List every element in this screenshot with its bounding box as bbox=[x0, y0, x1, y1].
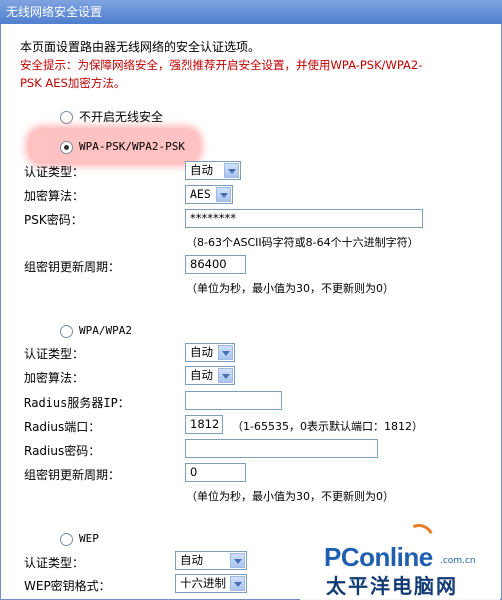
wpa-auth-type-select[interactable]: 自动 bbox=[185, 343, 235, 362]
chevron-down-icon bbox=[230, 553, 245, 568]
wpa-psk-encryption-value: AES bbox=[190, 187, 211, 201]
page-description: 本页面设置路由器无线网络的安全认证选项。 bbox=[20, 40, 261, 54]
wpa-group-key-input[interactable]: 0 bbox=[185, 463, 246, 482]
option-no-security-label: 不开启无线安全 bbox=[79, 110, 164, 124]
option-wpa-psk[interactable]: WPA-PSK/WPA2-PSK bbox=[60, 140, 185, 154]
watermark-cn-name: 太平洋电脑网 bbox=[326, 574, 458, 598]
wpa-encryption-select[interactable]: 自动 bbox=[185, 366, 235, 385]
wpa-psk-group-key-label: 组密钥更新周期： bbox=[24, 260, 121, 274]
watermark-brand: PConline bbox=[324, 542, 433, 572]
wpa-encryption-value: 自动 bbox=[190, 368, 213, 382]
option-wep[interactable]: WEP bbox=[60, 532, 99, 546]
wpa-encryption-label: 加密算法： bbox=[24, 371, 85, 385]
psk-password-hint: （8-63个ASCII码字符或8-64个十六进制字符） bbox=[186, 236, 419, 249]
wep-auth-type-select[interactable]: 自动 bbox=[175, 551, 247, 570]
security-tip-line1: 安全提示：为保障网络安全，强烈推荐开启安全设置，并使用WPA-PSK/WPA2- bbox=[20, 58, 423, 72]
radio-wep[interactable] bbox=[60, 532, 73, 546]
chevron-down-icon bbox=[230, 576, 245, 591]
option-wpa-psk-label: WPA-PSK/WPA2-PSK bbox=[79, 140, 185, 153]
wpa-psk-auth-type-value: 自动 bbox=[190, 163, 213, 177]
wep-auth-type-label: 认证类型： bbox=[24, 556, 85, 570]
chevron-down-icon bbox=[218, 345, 233, 360]
option-wpa[interactable]: WPA/WPA2 bbox=[60, 324, 132, 338]
psk-password-input[interactable]: ******** bbox=[185, 209, 423, 228]
security-tip: 安全提示：为保障网络安全，强烈推荐开启安全设置，并使用WPA-PSK/WPA2-… bbox=[20, 56, 422, 92]
radio-wpa[interactable] bbox=[60, 324, 73, 338]
wpa-psk-group-key-input[interactable]: 86400 bbox=[185, 255, 246, 274]
watermark-domain: .com.cn bbox=[440, 556, 476, 566]
wpa-psk-encryption-label: 加密算法： bbox=[24, 189, 85, 203]
radius-ip-input[interactable] bbox=[185, 391, 282, 410]
radius-password-input[interactable] bbox=[185, 439, 378, 458]
wep-key-format-value: 十六进制 bbox=[180, 576, 226, 590]
wpa-psk-group-key-hint: （单位为秒，最小值为30，不更新则为0） bbox=[186, 282, 394, 295]
pconline-watermark: PConline .com.cn 太平洋电脑网 bbox=[300, 516, 500, 600]
chevron-down-icon bbox=[218, 368, 233, 383]
radio-no-security[interactable] bbox=[60, 111, 73, 124]
option-wpa-label: WPA/WPA2 bbox=[79, 324, 132, 337]
psk-password-label: PSK密码： bbox=[24, 213, 83, 227]
radius-ip-label: Radius服务器IP： bbox=[24, 396, 130, 410]
wep-key-format-label: WEP密钥格式： bbox=[24, 579, 111, 593]
wep-key-format-select[interactable]: 十六进制 bbox=[175, 574, 247, 593]
wpa-auth-type-label: 认证类型： bbox=[24, 347, 85, 361]
wpa-psk-auth-type-select[interactable]: 自动 bbox=[185, 161, 241, 180]
wpa-psk-encryption-select[interactable]: AES bbox=[185, 185, 233, 204]
wpa-group-key-label: 组密钥更新周期： bbox=[24, 468, 121, 482]
radius-password-label: Radius密码： bbox=[24, 444, 101, 458]
option-wep-label: WEP bbox=[79, 532, 99, 545]
radius-port-input[interactable]: 1812 bbox=[185, 415, 223, 434]
wep-auth-type-value: 自动 bbox=[180, 553, 203, 567]
radius-port-label: Radius端口： bbox=[24, 420, 101, 434]
chevron-down-icon bbox=[216, 187, 231, 202]
chevron-down-icon bbox=[224, 163, 239, 178]
wpa-group-key-hint: （单位为秒，最小值为30，不更新则为0） bbox=[186, 490, 394, 503]
wpa-psk-auth-type-label: 认证类型： bbox=[24, 165, 85, 179]
option-no-security[interactable]: 不开启无线安全 bbox=[60, 108, 163, 125]
window-title: 无线网络安全设置 bbox=[0, 0, 502, 24]
radius-port-hint: （1-65535，0表示默认端口：1812） bbox=[232, 420, 423, 433]
security-tip-line2: PSK AES加密方法。 bbox=[20, 76, 126, 90]
wpa-auth-type-value: 自动 bbox=[190, 345, 213, 359]
radio-wpa-psk[interactable] bbox=[60, 140, 73, 154]
